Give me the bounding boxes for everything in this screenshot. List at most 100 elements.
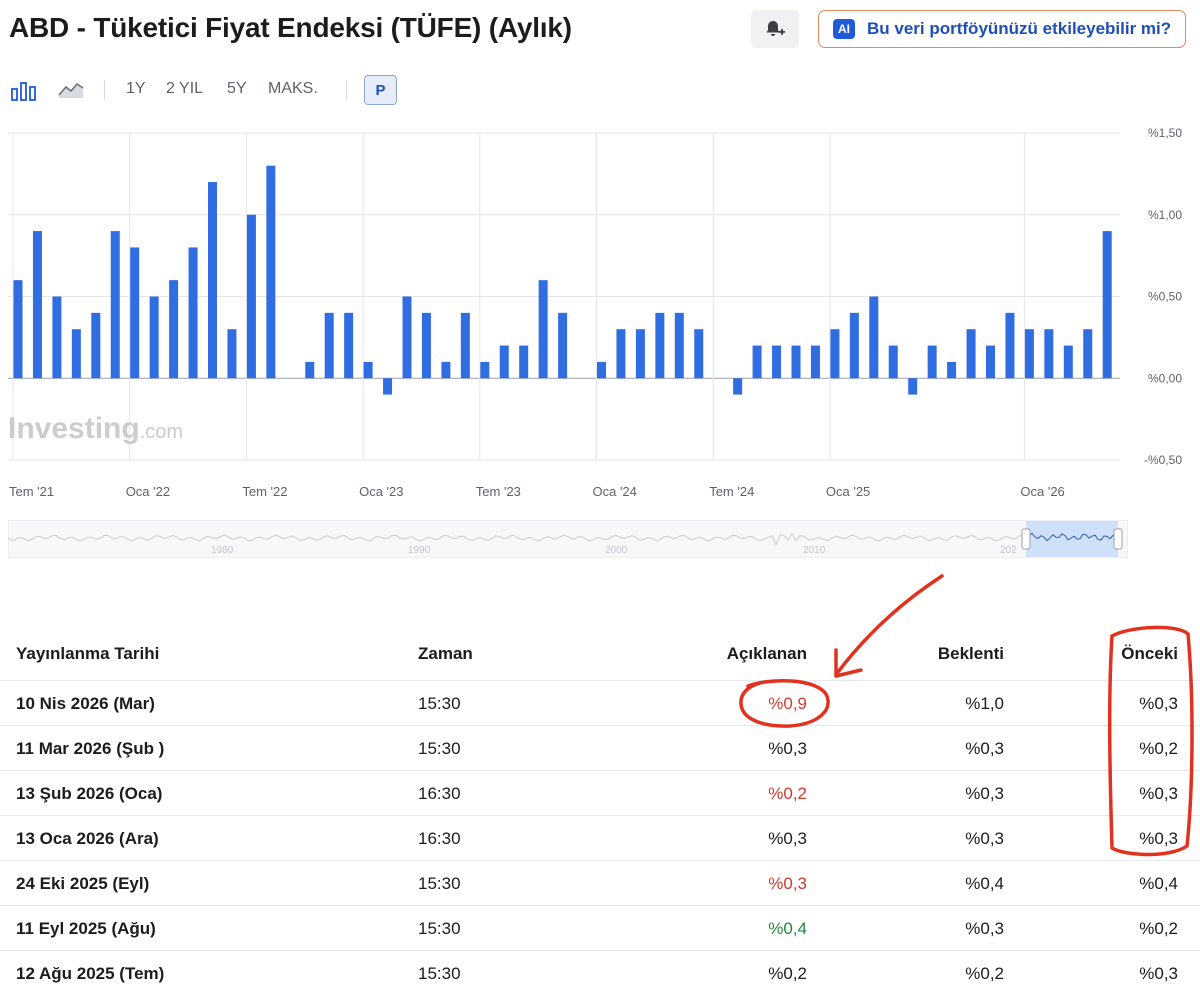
chart-bar[interactable] <box>733 378 743 395</box>
chart-bar[interactable] <box>558 312 568 379</box>
chart-bar[interactable] <box>655 312 665 379</box>
chart-bar[interactable] <box>13 280 23 379</box>
range-1y-button[interactable]: 1Y <box>126 80 146 98</box>
chart-bar[interactable] <box>208 182 217 379</box>
chart-bar[interactable] <box>927 345 937 379</box>
chart-bar[interactable] <box>772 345 782 379</box>
chart-bar[interactable] <box>791 345 801 379</box>
row-forecast: %0,4 <box>965 874 1004 893</box>
chart-bar[interactable] <box>810 345 820 379</box>
chart-bar[interactable] <box>908 378 918 395</box>
chart-bar[interactable] <box>1083 329 1093 379</box>
row-release-date: 10 Nis 2026 (Mar) <box>16 694 155 713</box>
table-row[interactable]: 13 Oca 2026 (Ara) 16:30 %0,3 %0,3 %0,3 <box>0 815 1200 860</box>
chart-bar[interactable] <box>616 329 626 379</box>
chart-bar[interactable] <box>694 329 704 379</box>
chart-bar[interactable] <box>519 345 529 379</box>
chart-bar[interactable] <box>52 296 62 379</box>
row-actual: %0,2 <box>768 784 807 803</box>
ai-portfolio-impact-button[interactable]: AI Bu veri portföyünüzü etkileyebilir mi… <box>818 10 1186 48</box>
row-actual: %0,3 <box>768 739 807 758</box>
chart-bar[interactable] <box>32 231 42 379</box>
chart-bar[interactable] <box>499 345 509 379</box>
chart-bar[interactable] <box>635 329 645 379</box>
period-p-button[interactable]: P <box>364 75 397 105</box>
chart-bar[interactable] <box>110 231 120 379</box>
chart-bar[interactable] <box>1063 345 1073 379</box>
chart-bar[interactable] <box>1024 329 1034 379</box>
chart-bar[interactable] <box>305 361 315 379</box>
chart-bar[interactable] <box>383 378 393 395</box>
row-forecast: %1,0 <box>965 694 1004 713</box>
row-actual: %0,4 <box>768 919 807 938</box>
chart-bar[interactable] <box>538 280 548 379</box>
table-row[interactable]: 24 Eki 2025 (Eyl) 15:30 %0,3 %0,4 %0,4 <box>0 860 1200 905</box>
navigator-year-label: 1980 <box>211 545 234 556</box>
row-forecast: %0,3 <box>965 739 1004 758</box>
chart-bar[interactable] <box>597 361 606 379</box>
chart-bar[interactable] <box>830 329 840 379</box>
chart-bar[interactable] <box>986 345 995 379</box>
row-time: 15:30 <box>418 919 461 938</box>
chart-bar[interactable] <box>966 329 976 379</box>
table-row[interactable]: 12 Ağu 2025 (Tem) 15:30 %0,2 %0,2 %0,3 <box>0 950 1200 992</box>
table-row[interactable]: 11 Mar 2026 (Şub ) 15:30 %0,3 %0,3 %0,2 <box>0 725 1200 770</box>
chart-bar[interactable] <box>130 247 140 379</box>
chart-bar[interactable] <box>246 214 256 379</box>
range-2y-button[interactable]: 2 YIL <box>166 80 203 98</box>
navigator-selection[interactable] <box>1026 521 1118 557</box>
header-previous: Önceki <box>1121 644 1178 663</box>
chart-bar[interactable] <box>169 280 179 379</box>
release-history-table: Yayınlanma Tarihi Zaman Açıklanan Beklen… <box>0 630 1200 992</box>
navigator-right-handle[interactable] <box>1113 528 1123 550</box>
header-forecast: Beklenti <box>937 644 1004 663</box>
chart-bar[interactable] <box>480 361 490 379</box>
chart-bar[interactable] <box>344 312 354 379</box>
chart-bar[interactable] <box>752 345 762 379</box>
x-tick-label: Oca '22 <box>126 484 170 499</box>
navigator-left-handle[interactable] <box>1021 528 1031 550</box>
row-previous: %0,2 <box>1139 919 1178 938</box>
add-alert-button[interactable] <box>751 10 799 48</box>
table-row[interactable]: 10 Nis 2026 (Mar) 15:30 %0,9 %1,0 %0,3 <box>0 680 1200 725</box>
chart-bar[interactable] <box>188 247 198 379</box>
bar-chart-icon[interactable] <box>10 78 38 102</box>
x-tick-label: Tem '22 <box>242 484 287 499</box>
watermark-main: Investing <box>8 412 140 445</box>
chart-bar[interactable] <box>947 361 957 379</box>
x-tick-label: Oca '26 <box>1020 484 1064 499</box>
chart-bar[interactable] <box>1102 231 1112 379</box>
chart-bar[interactable] <box>324 312 334 379</box>
chart-bar[interactable] <box>363 361 373 379</box>
chart-bar[interactable] <box>402 296 412 379</box>
watermark-suffix: .com <box>140 421 183 443</box>
chart-bar[interactable] <box>1005 312 1015 379</box>
chart-bar[interactable] <box>869 296 879 379</box>
chart-bar[interactable] <box>849 312 859 379</box>
navigator-year-label: 1990 <box>408 545 431 556</box>
header-time: Zaman <box>418 644 473 663</box>
row-time: 16:30 <box>418 784 461 803</box>
navigator-canvas[interactable]: 1980 1990 2000 2010 202 <box>7 519 1129 559</box>
chart-bar[interactable] <box>888 345 898 379</box>
range-5y-button[interactable]: 5Y <box>227 80 247 98</box>
chart-bar[interactable] <box>91 312 101 379</box>
chart-bar[interactable] <box>149 296 159 379</box>
row-actual: %0,3 <box>768 829 807 848</box>
chart-bar[interactable] <box>227 329 237 379</box>
chart-bar[interactable] <box>441 361 451 379</box>
chart-bar[interactable] <box>421 312 431 379</box>
chart-bar[interactable] <box>460 312 470 379</box>
chart-bar[interactable] <box>266 165 276 379</box>
bell-plus-icon <box>766 21 785 36</box>
chart-bar[interactable] <box>1044 329 1054 379</box>
range-max-button[interactable]: MAKS. <box>268 80 318 98</box>
chart-bar[interactable] <box>674 312 684 379</box>
line-chart-icon[interactable] <box>57 78 85 102</box>
chart-bar[interactable] <box>71 329 81 379</box>
y-tick-label: %0,50 <box>1148 290 1182 304</box>
ai-button-label: Bu veri portföyünüzü etkileyebilir mi? <box>867 19 1172 38</box>
table-row[interactable]: 11 Eyl 2025 (Ağu) 15:30 %0,4 %0,3 %0,2 <box>0 905 1200 950</box>
table-row[interactable]: 13 Şub 2026 (Oca) 16:30 %0,2 %0,3 %0,3 <box>0 770 1200 815</box>
chart-navigator[interactable]: 1980 1990 2000 2010 202 <box>7 519 1129 559</box>
